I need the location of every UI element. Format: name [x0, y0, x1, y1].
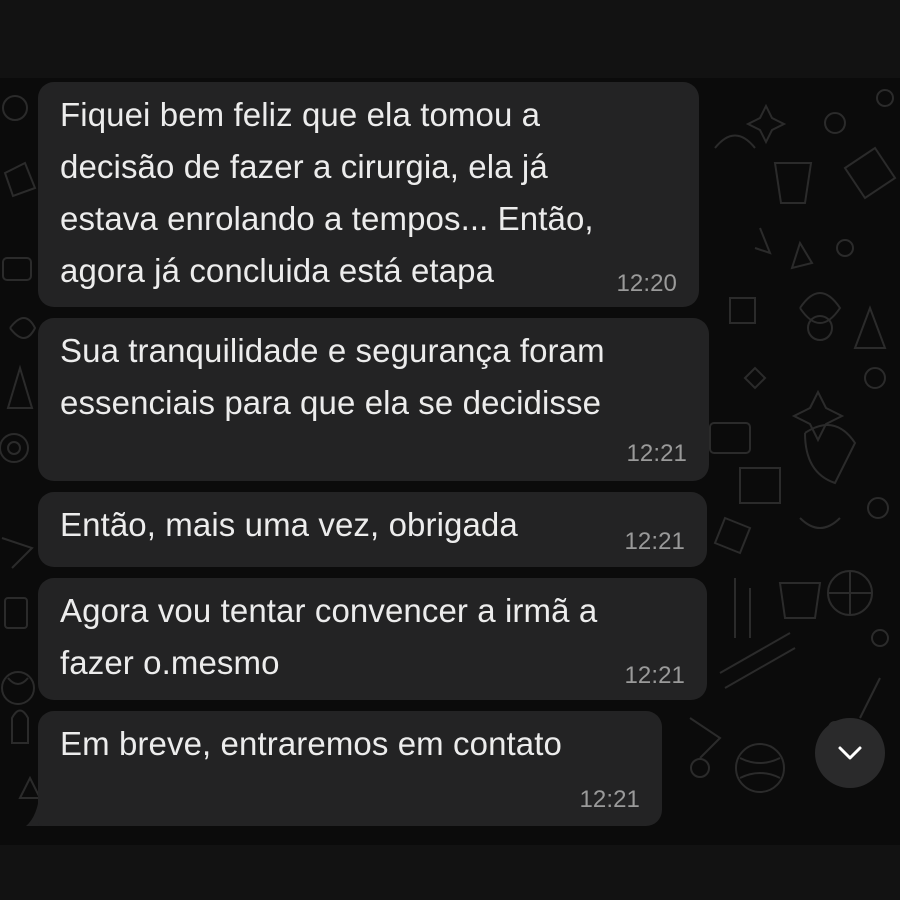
message-bubble[interactable]: Então, mais uma vez, obrigada 12:21: [38, 492, 707, 567]
message-timestamp: 12:21: [579, 786, 640, 813]
message-timestamp: 12:20: [616, 270, 677, 297]
message-text-line: Então, mais uma vez, obrigada: [60, 506, 518, 543]
message-bubble[interactable]: Agora vou tentar convencer a irmã a faze…: [38, 578, 707, 700]
message-text-line: Sua tranquilidade e segurança foram: [60, 332, 605, 369]
chat-area[interactable]: Fiquei bem feliz que ela tomou a decisão…: [0, 78, 900, 845]
message-text-line: Agora vou tentar convencer a irmã a: [60, 592, 598, 629]
message-text-line: essenciais para que ela se decidisse: [60, 384, 602, 421]
bottom-bar: [0, 845, 900, 900]
message-timestamp: 12:21: [624, 662, 685, 689]
message-text-line: agora já concluida está etapa: [60, 252, 495, 289]
message-timestamp: 12:21: [626, 440, 687, 467]
message-timestamp: 12:21: [624, 528, 685, 555]
message-text-line: Em breve, entraremos em contato: [60, 725, 562, 762]
top-bar: [0, 0, 900, 78]
message-bubble[interactable]: Em breve, entraremos em contato 12:21: [38, 711, 662, 826]
message-bubble[interactable]: Fiquei bem feliz que ela tomou a decisão…: [38, 82, 699, 307]
chevron-down-icon: [838, 746, 862, 760]
message-text-line: Fiquei bem feliz que ela tomou a: [60, 96, 541, 133]
message-text-line: estava enrolando a tempos... Então,: [60, 200, 594, 237]
message-bubble[interactable]: Sua tranquilidade e segurança foram esse…: [38, 318, 709, 481]
message-text-line: fazer o.mesmo: [60, 644, 280, 681]
message-text-line: decisão de fazer a cirurgia, ela já: [60, 148, 548, 185]
scroll-to-bottom-button[interactable]: [815, 718, 885, 788]
